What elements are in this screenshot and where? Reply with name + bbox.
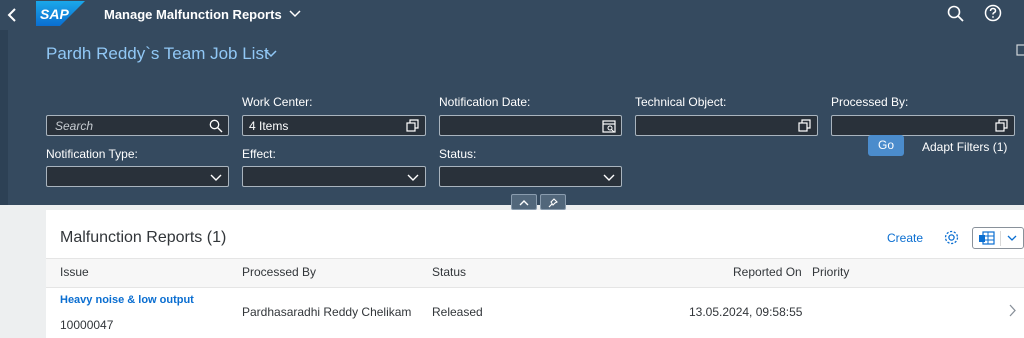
back-arrow-icon[interactable] — [6, 6, 20, 24]
gear-icon[interactable] — [943, 229, 960, 246]
search-input[interactable]: Search — [46, 115, 229, 136]
status-cell: Released — [432, 305, 483, 319]
reported-on-cell: 13.05.2024, 09:58:55 — [689, 305, 803, 319]
chevron-right-icon[interactable] — [1008, 304, 1016, 317]
issue-title-link[interactable]: Heavy noise & low output — [60, 294, 194, 306]
value-help-icon[interactable] — [995, 119, 1009, 133]
effect-select[interactable] — [242, 166, 426, 187]
adapt-filters-button[interactable]: Adapt Filters (1) — [922, 140, 1007, 154]
status-select[interactable] — [439, 166, 622, 187]
shell-bar: SAP Manage Malfunction Reports — [0, 0, 1024, 30]
share-icon[interactable] — [1016, 43, 1024, 57]
chevron-down-icon[interactable] — [602, 170, 616, 184]
chevron-down-icon[interactable] — [209, 170, 223, 184]
processed-by-label: Processed By: — [831, 95, 909, 109]
search-placeholder: Search — [55, 119, 94, 133]
column-header-issue[interactable]: Issue — [60, 265, 89, 279]
search-icon[interactable] — [947, 5, 965, 23]
pin-icon — [548, 198, 558, 208]
help-icon[interactable] — [984, 4, 1002, 22]
go-button[interactable]: Go — [868, 135, 904, 156]
work-center-label: Work Center: — [242, 95, 313, 109]
column-header-priority[interactable]: Priority — [812, 265, 849, 279]
effect-label: Effect: — [242, 147, 276, 161]
work-center-field[interactable]: 4 Items — [242, 115, 426, 136]
processed-by-cell: Pardhasaradhi Reddy Chelikam — [242, 305, 412, 319]
sap-logo[interactable]: SAP — [36, 1, 85, 26]
export-spreadsheet-icon — [979, 231, 995, 245]
pin-header-button[interactable] — [540, 194, 566, 210]
notification-date-field[interactable] — [439, 115, 622, 136]
collapse-header-button[interactable] — [511, 194, 537, 210]
chevron-down-icon[interactable] — [406, 170, 420, 184]
notification-type-select[interactable] — [46, 166, 229, 187]
create-button[interactable]: Create — [887, 231, 923, 245]
chevron-up-icon — [519, 200, 529, 206]
column-header-processed-by[interactable]: Processed By — [242, 265, 316, 279]
notification-date-label: Notification Date: — [439, 95, 531, 109]
work-center-value: 4 Items — [249, 119, 289, 133]
processed-by-field[interactable] — [831, 115, 1015, 136]
column-header-status[interactable]: Status — [432, 265, 466, 279]
table-header-row — [46, 258, 1024, 288]
chevron-down-icon[interactable] — [265, 49, 277, 58]
column-header-reported-on[interactable]: Reported On — [733, 265, 802, 279]
chevron-down-icon[interactable] — [289, 9, 301, 19]
header-left-edge — [0, 30, 8, 205]
calendar-icon[interactable] — [602, 119, 616, 133]
app-title[interactable]: Manage Malfunction Reports — [104, 7, 282, 22]
export-button[interactable] — [972, 227, 1024, 249]
table-title: Malfunction Reports (1) — [60, 229, 227, 246]
search-icon[interactable] — [209, 119, 223, 133]
export-separator — [1000, 231, 1001, 246]
chevron-down-icon[interactable] — [1006, 234, 1018, 243]
variant-title[interactable]: Pardh Reddy`s Team Job List — [46, 44, 269, 64]
value-help-icon[interactable] — [406, 119, 420, 133]
issue-id: 10000047 — [60, 318, 114, 332]
value-help-icon[interactable] — [798, 119, 812, 133]
technical-object-field[interactable] — [635, 115, 818, 136]
technical-object-label: Technical Object: — [635, 95, 727, 109]
sap-logo-text: SAP — [40, 6, 69, 22]
status-label: Status: — [439, 147, 477, 161]
notification-type-label: Notification Type: — [46, 147, 138, 161]
